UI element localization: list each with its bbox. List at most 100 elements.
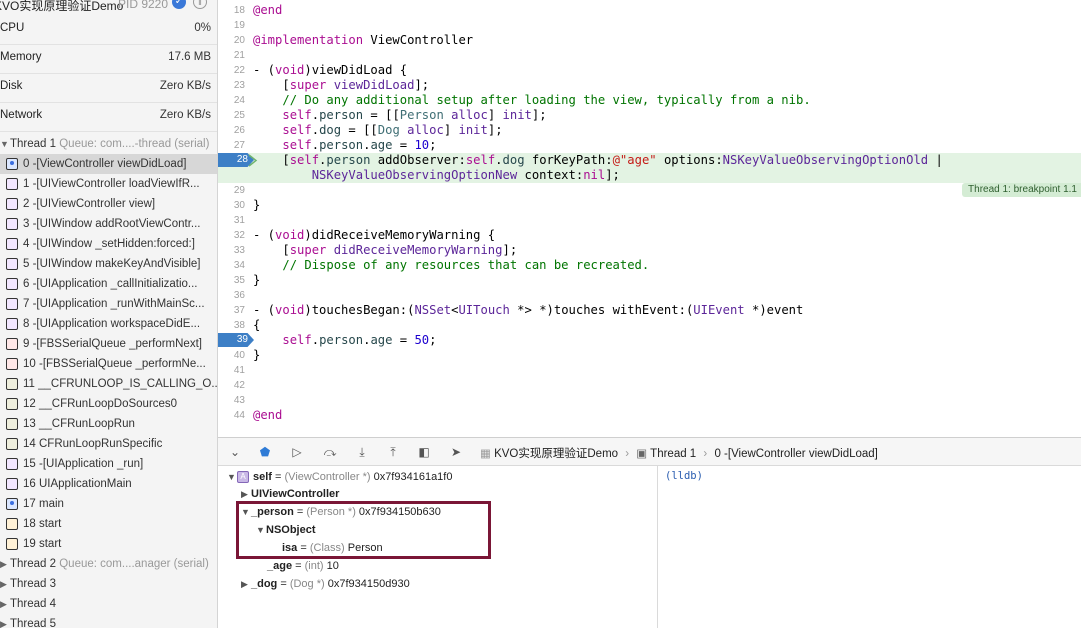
disclosure-down-icon[interactable]: ▼ [227,468,237,486]
code-line[interactable]: 22 - (void)viewDidLoad { [218,63,1081,78]
crumb-frame[interactable]: 0 -[ViewController viewDidLoad] [714,448,877,460]
info-icon[interactable]: ✓ [172,0,186,9]
var-age[interactable]: _age = (int) 10 [267,557,339,575]
frame-label: 4 -[UIWindow _setHidden:forced:] [23,238,195,250]
thread-row[interactable]: ▶ Thread 4 [0,594,217,614]
thread-icon: ▣ [636,448,648,460]
thread-row[interactable]: ▶ Thread 3 [0,574,217,594]
code-line[interactable]: 41 [218,363,1081,378]
code-line[interactable]: 42 [218,378,1081,393]
disclosure-right-icon[interactable]: ▶ [0,614,7,628]
stack-frame-row[interactable]: 8 -[UIApplication workspaceDidE... [0,314,217,334]
app-icon: ▦ [480,448,491,460]
disclosure-right-icon[interactable]: ▶ [0,594,7,614]
code-line[interactable]: 36 [218,288,1081,303]
stack-frame-row[interactable]: 1 -[UIViewController loadViewIfR... [0,174,217,194]
lldb-console[interactable]: (lldb) [659,466,1081,628]
location-icon[interactable]: ➤ [447,444,465,460]
var-eq: = [292,560,305,572]
frame-label: 19 start [23,538,62,550]
code-line[interactable]: 27 self.person.age = 10; [218,138,1081,153]
pause-icon[interactable]: ‖ [193,0,207,9]
stack-frame-row[interactable]: 3 -[UIWindow addRootViewContr... [0,214,217,234]
gauge-label: Network [0,109,43,121]
thread-tree: ▼ Thread 1 Queue: com....-thread (serial… [0,134,217,628]
code-line[interactable]: 37 - (void)touchesBegan:(NSSet<UITouch *>… [218,303,1081,318]
code-line[interactable]: 39 self.person.age = 50; [218,333,1081,348]
gauge-memory[interactable]: Memory 17.6 MB [0,45,217,74]
stack-frame-row[interactable]: 6 -[UIApplication _callInitializatio... [0,274,217,294]
stack-frame-row[interactable]: 12 __CFRunLoopDoSources0 [0,394,217,414]
breakpoint-marker[interactable]: 39 [218,333,254,347]
code-line[interactable]: 34 // Dispose of any resources that can … [218,258,1081,273]
step-out-icon[interactable]: ⤒ [384,444,402,460]
code-line[interactable]: 38 { [218,318,1081,333]
code-line[interactable]: 30} [218,198,1081,213]
code-line[interactable]: 24 // Do any additional setup after load… [218,93,1081,108]
frame-label: 9 -[FBSSerialQueue _performNext] [23,338,202,350]
code-text: - (void)touchesBegan:(NSSet<UITouch *> *… [253,303,804,317]
var-dog[interactable]: ▶ _dog = (Dog *) 0x7f934150d930 [241,575,410,593]
breadcrumb[interactable]: ▦ KVO实现原理验证Demo › ▣ Thread 1 › 0 -[ViewC… [480,445,878,461]
code-line[interactable]: 23 [super viewDidLoad]; [218,78,1081,93]
stack-frame-row[interactable]: 18 start [0,514,217,534]
view-hierarchy-icon[interactable]: ◧ [415,444,433,460]
code-line[interactable]: 33 [super didReceiveMemoryWarning]; [218,243,1081,258]
thread-1-row[interactable]: ▼ Thread 1 Queue: com....-thread (serial… [0,134,217,154]
gauge-value: Zero KB/s [159,109,211,121]
code-line[interactable]: 35} [218,273,1081,288]
code-text: self.person.age = 50; [282,333,437,347]
gauge-cpu[interactable]: CPU 0% [0,16,217,45]
stack-frame-row[interactable]: 4 -[UIWindow _setHidden:forced:] [0,234,217,254]
var-value: 10 [323,560,339,572]
var-self[interactable]: ▼ Aself = (ViewController *) 0x7f934161a1… [227,468,452,486]
continue-icon[interactable]: ▷ [288,444,306,460]
code-line[interactable]: 21 [218,48,1081,63]
code-line[interactable]: 25 self.person = [[Person alloc] init]; [218,108,1081,123]
disclosure-right-icon[interactable]: ▶ [0,574,7,594]
thread-row[interactable]: ▶ Thread 5 [0,614,217,628]
frame-user-icon [6,498,18,510]
stack-frame-row[interactable]: 9 -[FBSSerialQueue _performNext] [0,334,217,354]
code-line[interactable]: 32 - (void)didReceiveMemoryWarning { [218,228,1081,243]
stack-frame-row[interactable]: 14 CFRunLoopRunSpecific [0,434,217,454]
code-line[interactable]: 19 [218,18,1081,33]
frame-label: 6 -[UIApplication _callInitializatio... [23,278,198,290]
stack-frame-row[interactable]: 15 -[UIApplication _run] [0,454,217,474]
gauge-network[interactable]: Network Zero KB/s [0,103,217,132]
code-line[interactable]: 18 @end [218,3,1081,18]
step-into-icon[interactable]: ⤓ [353,444,371,460]
disclosure-right-icon[interactable]: ▶ [241,575,251,593]
breakpoints-toggle-icon[interactable]: ⬟ [256,444,274,460]
stack-frame-row[interactable]: 11 __CFRUNLOOP_IS_CALLING_O... [0,374,217,394]
disclosure-down-icon[interactable]: ▼ [0,134,9,154]
stack-frame-row[interactable]: 5 -[UIWindow makeKeyAndVisible] [0,254,217,274]
hide-debug-area-icon[interactable]: ⌄ [226,444,244,460]
stack-frame-row[interactable]: 0 -[ViewController viewDidLoad] [0,154,217,174]
disclosure-right-icon[interactable]: ▶ [0,554,7,574]
frame-label: 1 -[UIViewController loadViewIfR... [23,178,200,190]
step-over-icon[interactable]: ⤼ [321,444,339,460]
code-line[interactable]: 29 [218,183,1081,198]
code-line[interactable]: 28 [self.person addObserver:self.dog for… [218,153,1081,183]
thread-row[interactable]: ▶ Thread 2 Queue: com....anager (serial) [0,554,217,574]
code-line[interactable]: 40} [218,348,1081,363]
stack-frame-row[interactable]: 17 main [0,494,217,514]
stack-frame-row[interactable]: 2 -[UIViewController view] [0,194,217,214]
code-line[interactable]: 44 @end [218,408,1081,423]
stack-frame-row[interactable]: 16 UIApplicationMain [0,474,217,494]
frame-label: 7 -[UIApplication _runWithMainSc... [23,298,205,310]
source-editor[interactable]: 18 @end 19 20 @implementation ViewController… [218,0,1081,437]
code-line[interactable]: 26 self.dog = [[Dog alloc] init]; [218,123,1081,138]
code-line[interactable]: 20 @implementation ViewController [218,33,1081,48]
stack-frame-row[interactable]: 7 -[UIApplication _runWithMainSc... [0,294,217,314]
code-line[interactable]: 43 [218,393,1081,408]
stack-frame-row[interactable]: 10 -[FBSSerialQueue _performNe... [0,354,217,374]
crumb-thread[interactable]: Thread 1 [650,448,696,460]
line-number: 20 [233,35,245,46]
stack-frame-row[interactable]: 19 start [0,534,217,554]
gauge-disk[interactable]: Disk Zero KB/s [0,74,217,103]
code-line[interactable]: 31 [218,213,1081,228]
stack-frame-row[interactable]: 13 __CFRunLoopRun [0,414,217,434]
crumb-project[interactable]: KVO实现原理验证Demo [494,448,618,460]
